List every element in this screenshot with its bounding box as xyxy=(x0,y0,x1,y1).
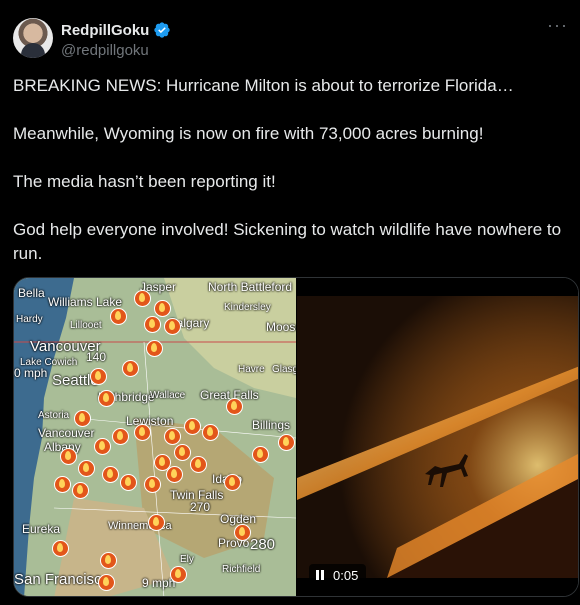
tweet-text: BREAKING NEWS: Hurricane Milton is about… xyxy=(13,74,579,266)
map-label: Lewiston xyxy=(126,414,174,428)
map-label: Richfield xyxy=(222,564,261,575)
author-display-name[interactable]: RedpillGoku xyxy=(61,22,149,39)
fire-marker-icon xyxy=(94,438,111,455)
map-label: Moose xyxy=(266,320,296,334)
fire-marker-icon xyxy=(154,300,171,317)
fire-marker-icon xyxy=(224,474,241,491)
fire-marker-icon xyxy=(72,482,89,499)
fire-marker-icon xyxy=(144,476,161,493)
fire-marker-icon xyxy=(110,308,127,325)
author-handle[interactable]: @redpillgoku xyxy=(61,42,171,59)
map-label: 0 mph xyxy=(14,366,48,380)
fire-marker-icon xyxy=(54,476,71,493)
fire-marker-icon xyxy=(112,428,129,445)
fire-marker-icon xyxy=(100,552,117,569)
fire-marker-icon xyxy=(78,460,95,477)
fire-marker-icon xyxy=(226,398,243,415)
map-label: San Francisco xyxy=(14,571,110,588)
map-label: Ely xyxy=(180,554,194,565)
tweet-paragraph: The media hasn’t been reporting it! xyxy=(13,172,276,191)
fire-marker-icon xyxy=(90,368,107,385)
map-label: Vancouver xyxy=(38,426,95,440)
fire-marker-icon xyxy=(120,474,137,491)
map-label: Lillooet xyxy=(70,320,102,331)
tweet-paragraph: BREAKING NEWS: Hurricane Milton is about… xyxy=(13,76,514,95)
fire-marker-icon xyxy=(98,574,115,591)
fire-marker-icon xyxy=(144,316,161,333)
map-label: Eureka xyxy=(22,522,61,536)
tweet-header: RedpillGoku @redpillgoku ··· xyxy=(13,16,567,62)
map-label: Astoria xyxy=(38,410,70,421)
video-frame xyxy=(297,278,578,596)
map-label: Glasgow xyxy=(272,364,296,375)
author-display-name-row[interactable]: RedpillGoku xyxy=(61,20,171,40)
map-label: Wallace xyxy=(150,390,186,401)
map-label: 280 xyxy=(250,536,276,553)
video-time: 0:05 xyxy=(333,567,359,583)
verified-badge-icon xyxy=(154,22,171,38)
fire-marker-icon xyxy=(134,424,151,441)
fire-marker-icon xyxy=(98,390,115,407)
fire-marker-icon xyxy=(170,566,187,583)
wildfire-video[interactable]: 0:05 xyxy=(297,278,578,596)
media-grid: Bella Williams Lake Jasper North Battlef… xyxy=(13,277,579,597)
map-label: North Battleford xyxy=(208,280,293,294)
tweet-paragraph: God help everyone involved! Sickening to… xyxy=(13,220,562,263)
fire-marker-icon xyxy=(164,428,181,445)
fire-marker-icon xyxy=(74,410,91,427)
author-names: RedpillGoku @redpillgoku xyxy=(61,20,171,59)
video-playback-chip[interactable]: 0:05 xyxy=(309,564,367,586)
wildfire-map-image[interactable]: Bella Williams Lake Jasper North Battlef… xyxy=(14,278,296,596)
fire-marker-icon xyxy=(252,446,269,463)
map-label: Billings xyxy=(252,418,291,432)
fire-marker-icon xyxy=(52,540,69,557)
fire-marker-icon xyxy=(164,318,181,335)
map-label: 270 xyxy=(190,500,211,514)
avatar[interactable] xyxy=(13,18,53,58)
fire-marker-icon xyxy=(278,434,295,451)
map-label: Hardy xyxy=(16,314,43,325)
fire-marker-icon xyxy=(202,424,219,441)
tweet-paragraph: Meanwhile, Wyoming is now on fire with 7… xyxy=(13,124,484,143)
fire-marker-icon xyxy=(174,444,191,461)
pause-icon[interactable] xyxy=(315,570,325,580)
map-label: Havre xyxy=(238,364,265,375)
map-label: 140 xyxy=(86,350,107,364)
fire-marker-icon xyxy=(184,418,201,435)
fire-marker-icon xyxy=(166,466,183,483)
map-label: Bella xyxy=(18,286,45,300)
fire-marker-icon xyxy=(148,514,165,531)
fire-marker-icon xyxy=(60,448,77,465)
fire-marker-icon xyxy=(134,290,151,307)
fire-marker-icon xyxy=(190,456,207,473)
map-label: Williams Lake xyxy=(48,295,123,309)
fire-marker-icon xyxy=(102,466,119,483)
fire-marker-icon xyxy=(122,360,139,377)
more-options-icon[interactable]: ··· xyxy=(547,16,567,40)
fire-marker-icon xyxy=(146,340,163,357)
map-label: Kindersley xyxy=(224,302,271,313)
fire-marker-icon xyxy=(234,524,251,541)
